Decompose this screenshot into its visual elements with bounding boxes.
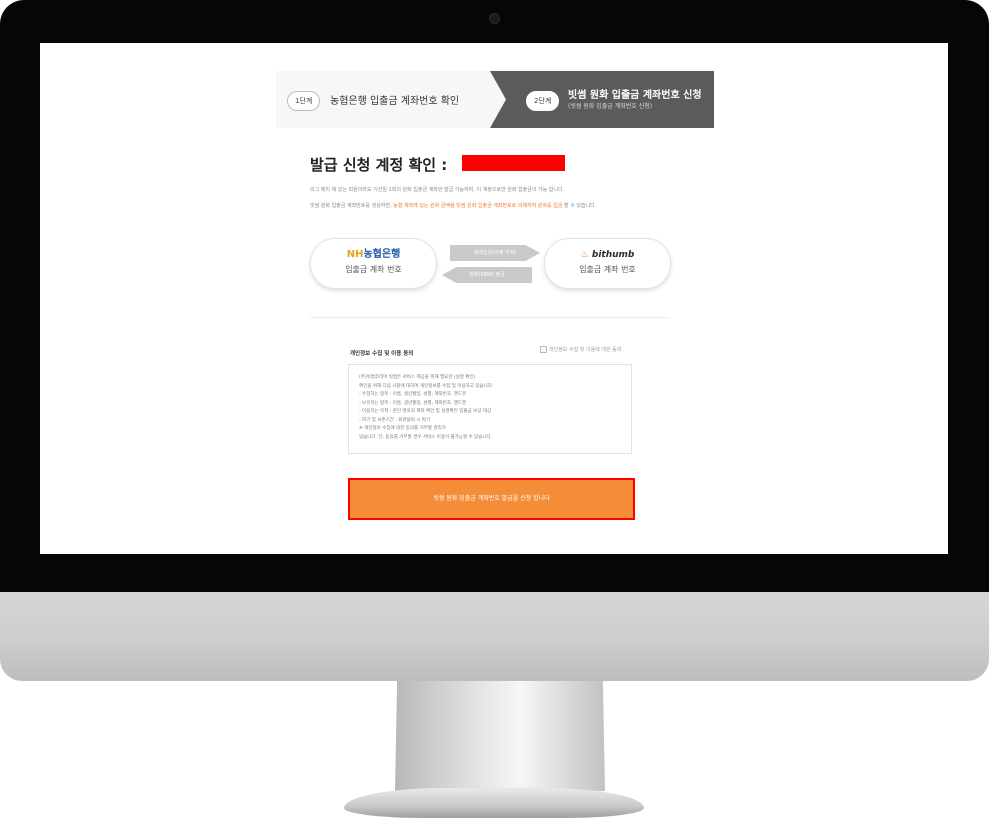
monitor-stand-foot	[344, 788, 644, 818]
terms-line: (주)빗썸코리아 빗썸은 서비스 제공을 위해 필요한 (실명 확인)	[359, 375, 476, 380]
agreement-checkbox-label: 개인정보 수집 및 이용에 대한 동의	[549, 347, 622, 353]
description-text: 할 수 있습니다.	[564, 203, 597, 209]
step-2-subtitle: (빗썸 원화 입출금 계좌번호 신청)	[568, 103, 653, 110]
step-1-label: 농협은행 입출금 계좌번호 확인	[330, 96, 460, 107]
flame-icon: ♨	[580, 250, 589, 260]
monitor-chin	[0, 592, 989, 681]
terms-line: - 파기 및 보존기간 : 회원탈퇴 시 파기	[359, 417, 431, 423]
terms-line: - 보유하는 항목 : 이름, 생년월일, 성별, 계좌번호, 핸드폰	[359, 400, 467, 406]
bithumb-logo-name: bithumb	[591, 250, 635, 260]
divider	[310, 317, 670, 318]
nh-logo-name: 농협은행	[363, 249, 401, 260]
step-2-badge: 2단계	[526, 91, 560, 111]
monitor-stand-neck	[395, 681, 605, 791]
agreement-checkbox[interactable]: 개인정보 수집 및 이용에 대한 동의	[540, 346, 621, 353]
step-2: 2단계 빗썸 원화 입출금 계좌번호 신청 (빗썸 원화 입출금 계좌번호 신청…	[490, 71, 714, 128]
description-highlight: 농협 계좌에 있는 원화 금액을 빗썸 원화 입출금 계좌번호로 이체하여 원화…	[393, 203, 563, 209]
nh-account-label: 입출금 계좌 번호	[345, 265, 402, 274]
agreement-terms-box[interactable]: (주)빗썸코리아 빗썸은 서비스 제공을 위해 필요한 (실명 확인) 확인을 …	[348, 364, 632, 454]
step-1: 1단계 농협은행 입출금 계좌번호 확인	[276, 71, 506, 128]
terms-line: 있습니다. 단, 동의를 거부할 경우 서비스 이용이 불가능할 수 있습니다.	[359, 434, 493, 440]
nh-logo-mark: NH	[346, 249, 364, 260]
description-line-2: 빗썸 원화 입출금 계좌번호를 생성하면, 농협 계좌에 있는 원화 금액을 빗…	[310, 202, 596, 209]
terms-line: 확인을 위해 다음 사항에 대하여 개인정보를 수집 및 이용하고 있습니다.	[359, 383, 494, 389]
page-title: 발급 신청 계정 확인 :	[310, 156, 448, 174]
bithumb-account-label: 입출금 계좌 번호	[579, 265, 636, 274]
deposit-arrow: 원화입금(이체 미처)	[450, 245, 540, 261]
screen: 1단계 농협은행 입출금 계좌번호 확인 2단계 빗썸 원화 입출금 계좌번호 …	[40, 43, 948, 554]
terms-line: - 수집하는 항목 : 이름, 생년월일, 성별, 계좌번호, 핸드폰	[359, 392, 467, 397]
checkbox-icon[interactable]	[540, 346, 547, 353]
nh-logo: NH농협은행	[311, 248, 436, 262]
bithumb-card: ♨ bithumb 입출금 계좌 번호	[544, 238, 671, 289]
description-line-1: 리그 매치 에 있는 회원이라도 기산일 1회의 원화 입출금 계좌만 발급 가…	[310, 187, 565, 193]
application-page: 1단계 농협은행 입출금 계좌번호 확인 2단계 빗썸 원화 입출금 계좌번호 …	[276, 71, 714, 551]
camera-dot	[489, 13, 500, 24]
withdraw-arrow: 원화(KRW) 출금	[442, 267, 532, 283]
step-2-title: 빗썸 원화 입출금 계좌번호 신청	[568, 90, 702, 101]
redacted-account	[462, 155, 565, 171]
description-text: 빗썸 원화 입출금 계좌번호를 생성하면,	[310, 203, 392, 209]
bithumb-logo: ♨ bithumb	[545, 248, 670, 262]
terms-line: - 이용하는 목적 : 본인 명의의 계좌 확인 및 실명확인 입출금 보상 대…	[359, 409, 492, 414]
submit-button[interactable]: 빗썸 원화 입출금 계좌번호 발급을 신청 합니다	[348, 478, 635, 520]
agreement-title: 개인정보 수집 및 이용 동의	[350, 351, 414, 357]
step-1-badge: 1단계	[287, 91, 321, 111]
terms-line: ※ 개인정보 수집에 대한 동의를 거부할 권리가	[359, 426, 446, 431]
nh-bank-card: NH농협은행 입출금 계좌 번호	[310, 238, 437, 289]
